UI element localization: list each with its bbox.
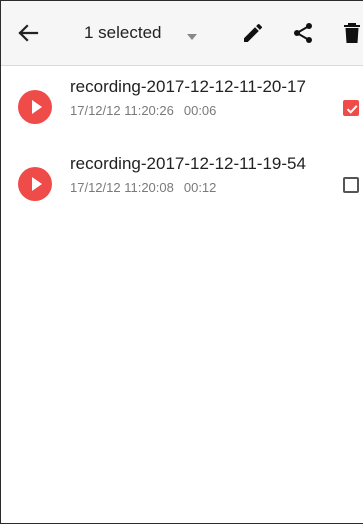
recording-duration: 00:06 xyxy=(183,103,217,118)
selected-count-title[interactable]: 1 selected xyxy=(84,23,162,43)
back-arrow-icon[interactable] xyxy=(15,21,41,45)
play-icon[interactable] xyxy=(18,167,52,201)
dropdown-arrow-icon[interactable] xyxy=(186,29,198,40)
select-checkbox[interactable] xyxy=(343,177,359,193)
recording-date: 17/12/12 11:20:26 xyxy=(70,103,174,118)
recording-name: recording-2017-12-12-11-19-54 xyxy=(70,154,306,173)
selection-toolbar: 1 selected xyxy=(1,1,363,66)
recording-list-item[interactable]: recording-2017-12-12-11-19-54 17/12/12 1… xyxy=(1,144,363,216)
share-icon[interactable] xyxy=(291,21,315,45)
recording-list-item[interactable]: recording-2017-12-12-11-20-17 17/12/12 1… xyxy=(1,67,363,139)
select-checkbox[interactable] xyxy=(343,100,359,116)
app-screen: 1 selected recording-2017-12-12-11-20-17… xyxy=(0,0,363,524)
recording-name: recording-2017-12-12-11-20-17 xyxy=(70,77,306,96)
recording-meta: 17/12/12 11:20:08 00:12 xyxy=(70,180,216,195)
recording-meta: 17/12/12 11:20:26 00:06 xyxy=(70,103,216,118)
pencil-icon[interactable] xyxy=(241,21,265,45)
play-icon[interactable] xyxy=(18,90,52,124)
trash-icon[interactable] xyxy=(341,21,363,45)
recording-duration: 00:12 xyxy=(183,180,217,195)
recording-date: 17/12/12 11:20:08 xyxy=(70,180,174,195)
